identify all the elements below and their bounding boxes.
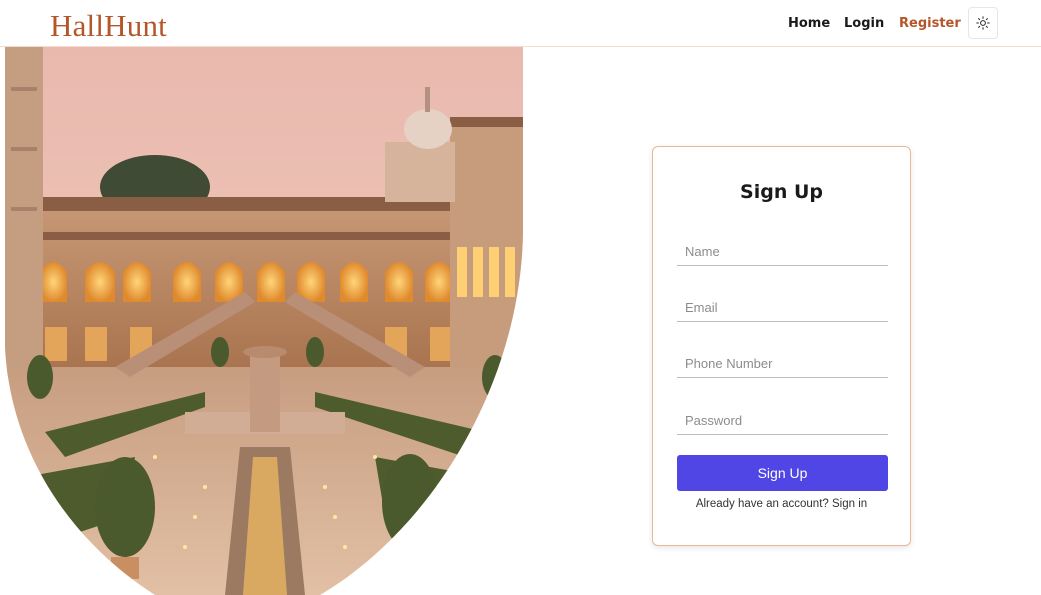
signup-card: Sign Up Sign Up Already have an account?… <box>652 146 911 546</box>
nav-register-link[interactable]: Register <box>899 16 961 31</box>
name-input[interactable] <box>677 238 888 266</box>
navbar: HallHunt Home Login Register <box>0 0 1041 47</box>
nav-home-link[interactable]: Home <box>788 16 830 31</box>
phone-number-input[interactable] <box>677 350 888 378</box>
sign-in-link[interactable]: Sign in <box>832 498 867 510</box>
sun-icon <box>976 16 990 30</box>
email-input[interactable] <box>677 294 888 322</box>
signin-prompt-line: Already have an account? Sign in <box>653 498 910 510</box>
password-input[interactable] <box>677 407 888 435</box>
nav-login-link[interactable]: Login <box>844 16 884 31</box>
hero-palace-image <box>5 47 523 595</box>
signup-title: Sign Up <box>740 181 823 203</box>
theme-toggle-button[interactable] <box>968 7 998 39</box>
sign-up-button[interactable]: Sign Up <box>677 455 888 491</box>
brand-logo[interactable]: HallHunt <box>50 8 167 44</box>
signin-prompt-text: Already have an account? <box>695 498 829 510</box>
